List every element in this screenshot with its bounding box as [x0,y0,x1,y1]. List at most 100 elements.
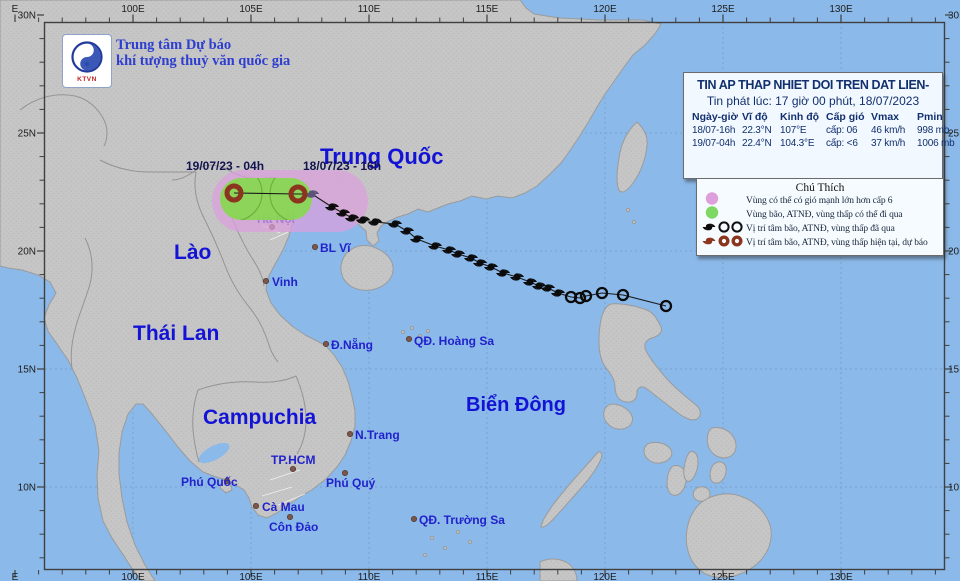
lon-tick-label-top: 130E [829,4,853,15]
lat-tick-label-left: 20N [18,247,36,258]
agency-name-line1: Trung tâm Dự báo [116,37,290,53]
batanes-islet [626,208,629,211]
legend-item-label: Vùng có thể có gió mạnh lớn hơn cấp 6 [746,196,892,206]
city-dot [263,278,268,283]
storm-track-map-screen: Trung QuốcLàoThái LanCampuchiaBiển Đông … [0,0,960,581]
forecast-table: Ngày-giờVĩ độKinh độCấp gióVmaxPmin18/07… [684,108,942,150]
lon-tick-label-top: 115E [476,4,499,15]
lat-tick-label-right: 10N [948,483,960,494]
forecast-cell: 998 mb [917,124,959,137]
lat-tick-label-left: 30N [18,11,36,22]
paracel-islet [411,327,414,330]
city-label: TP.HCM [271,453,315,467]
forecast-cell: 1006 mb [917,137,959,150]
city-dot [290,466,295,471]
legend-item-label: Vùng bão, ATNĐ, vùng thấp có thể đi qua [746,210,903,220]
track-date-label: 18/07/23 - 16h [303,159,381,173]
logo-text: KTVN [77,76,97,83]
batanes-islet [632,220,635,223]
forecast-cell: cấp: <6 [826,137,871,150]
country-label: Campuchia [203,406,317,429]
spratly-islet [431,537,434,540]
lat-tick-label-right: 20N [948,247,960,258]
legend-item-label: Vị trí tâm bão, ATNĐ, vùng thấp đã qua [746,224,895,234]
paracel-islet [427,330,430,333]
spratly-islet [457,531,460,534]
lon-tick-label-top: 120E [593,4,617,15]
forecast-col-header: Kinh độ [780,111,826,124]
forecast-cell: 19/07-04h [692,137,742,150]
bulletin-title: TIN AP THAP NHIET DOI TREN DAT LIEN- [684,78,942,92]
agency-name-line2: khí tượng thuỷ văn quốc gia [116,53,290,69]
paracel-islet [402,331,405,334]
city-dot [287,514,292,519]
lon-tick-label-top: 110E [358,4,381,15]
lon-tick-label-bottom: 115E [476,572,499,581]
lat-tick-label-right: 15N [948,365,960,376]
city-label: N.Trang [355,428,400,442]
city-dot [347,431,352,436]
country-label: Lào [174,241,211,264]
legend-item-label: Vị trí tâm bão, ATNĐ, vùng thấp hiện tại… [746,238,928,248]
forecast-col-header: Vĩ độ [742,111,780,124]
city-dot [253,503,258,508]
cyclone-logo-icon [67,40,107,76]
forecast-ring-icon [720,237,728,245]
forecast-cell: 37 km/h [871,137,917,150]
forecast-cell: 107°E [780,124,826,137]
lat-tick-label-left: 15N [18,365,36,376]
city-dot [323,341,328,346]
city-label: BL Vĩ [320,241,351,255]
forecast-cell: 22.4°N [742,137,780,150]
agency-name: Trung tâm Dự báo khí tượng thuỷ văn quốc… [116,37,290,69]
forecast-col-header: Cấp gió [826,111,871,124]
forecast-cell: 18/07-16h [692,124,742,137]
lon-tick-label-top: 100E [121,4,145,15]
country-label: Biển Đông [466,394,566,416]
spratly-islet [444,547,447,550]
panay-island [644,442,672,463]
forecast-col-header: Ngày-giờ [692,111,742,124]
past-low-icon [732,222,741,231]
current-forecast-legend-symbol [700,233,746,254]
lon-tick-label-top: 125E [711,4,735,15]
forecast-ring-icon [733,237,741,245]
city-label: Vinh [272,275,298,289]
spratly-islet [469,541,472,544]
city-dot [312,244,317,249]
lat-tick-label-left: 10N [18,483,36,494]
city-dot [342,470,347,475]
legend-rows: Vùng có thể có gió mạnh lớn hơn cấp 6 Vùn… [697,194,943,250]
bulletin-info-box: TIN AP THAP NHIET DOI TREN DAT LIEN- Tin… [683,72,943,179]
forecast-cell: 22.3°N [742,124,780,137]
lon-tick-label-bottom: 110E [358,572,381,581]
city-dot [406,336,411,341]
current-typhoon-icon [703,237,716,244]
forecast-col-header: Pmin [917,111,959,124]
lon-tick-label-bottom: 100E [121,572,145,581]
past-low-icon [719,222,728,231]
city-label: QĐ. Hoàng Sa [414,334,494,348]
track-date-label: 19/07/23 - 04h [186,159,264,173]
green-zone-icon [706,206,718,218]
forecast-cell: 46 km/h [871,124,917,137]
lon-tick-label-bottom: 125E [711,572,735,581]
agency-logo: KTVN [62,34,112,88]
lat-tick-label-left: 25N [18,129,36,140]
lon-tick-label-bottom: 105E [239,572,263,581]
city-dot [411,516,416,521]
lon-tick-label-bottom: E [12,572,19,581]
bulletin-issued-time: Tin phát lúc: 17 giờ 00 phút, 18/07/2023 [684,94,942,108]
spratly-islet [424,554,427,557]
plum-zone-icon [706,192,718,204]
lat-tick-label-right: 30N [948,11,960,22]
city-label: Côn Đảo [269,520,318,534]
country-label: Thái Lan [133,322,219,345]
forecast-col-header: Vmax [871,111,917,124]
past-typhoon-icon [703,223,716,230]
lon-tick-label-bottom: 130E [829,572,853,581]
legend-box: Chú Thích Vùng có thể có gió mạnh lớn hơ… [696,178,944,256]
city-label: Phú Quý [326,476,376,490]
forecast-cell: 104.3°E [780,137,826,150]
city-label: Cà Mau [262,500,305,514]
